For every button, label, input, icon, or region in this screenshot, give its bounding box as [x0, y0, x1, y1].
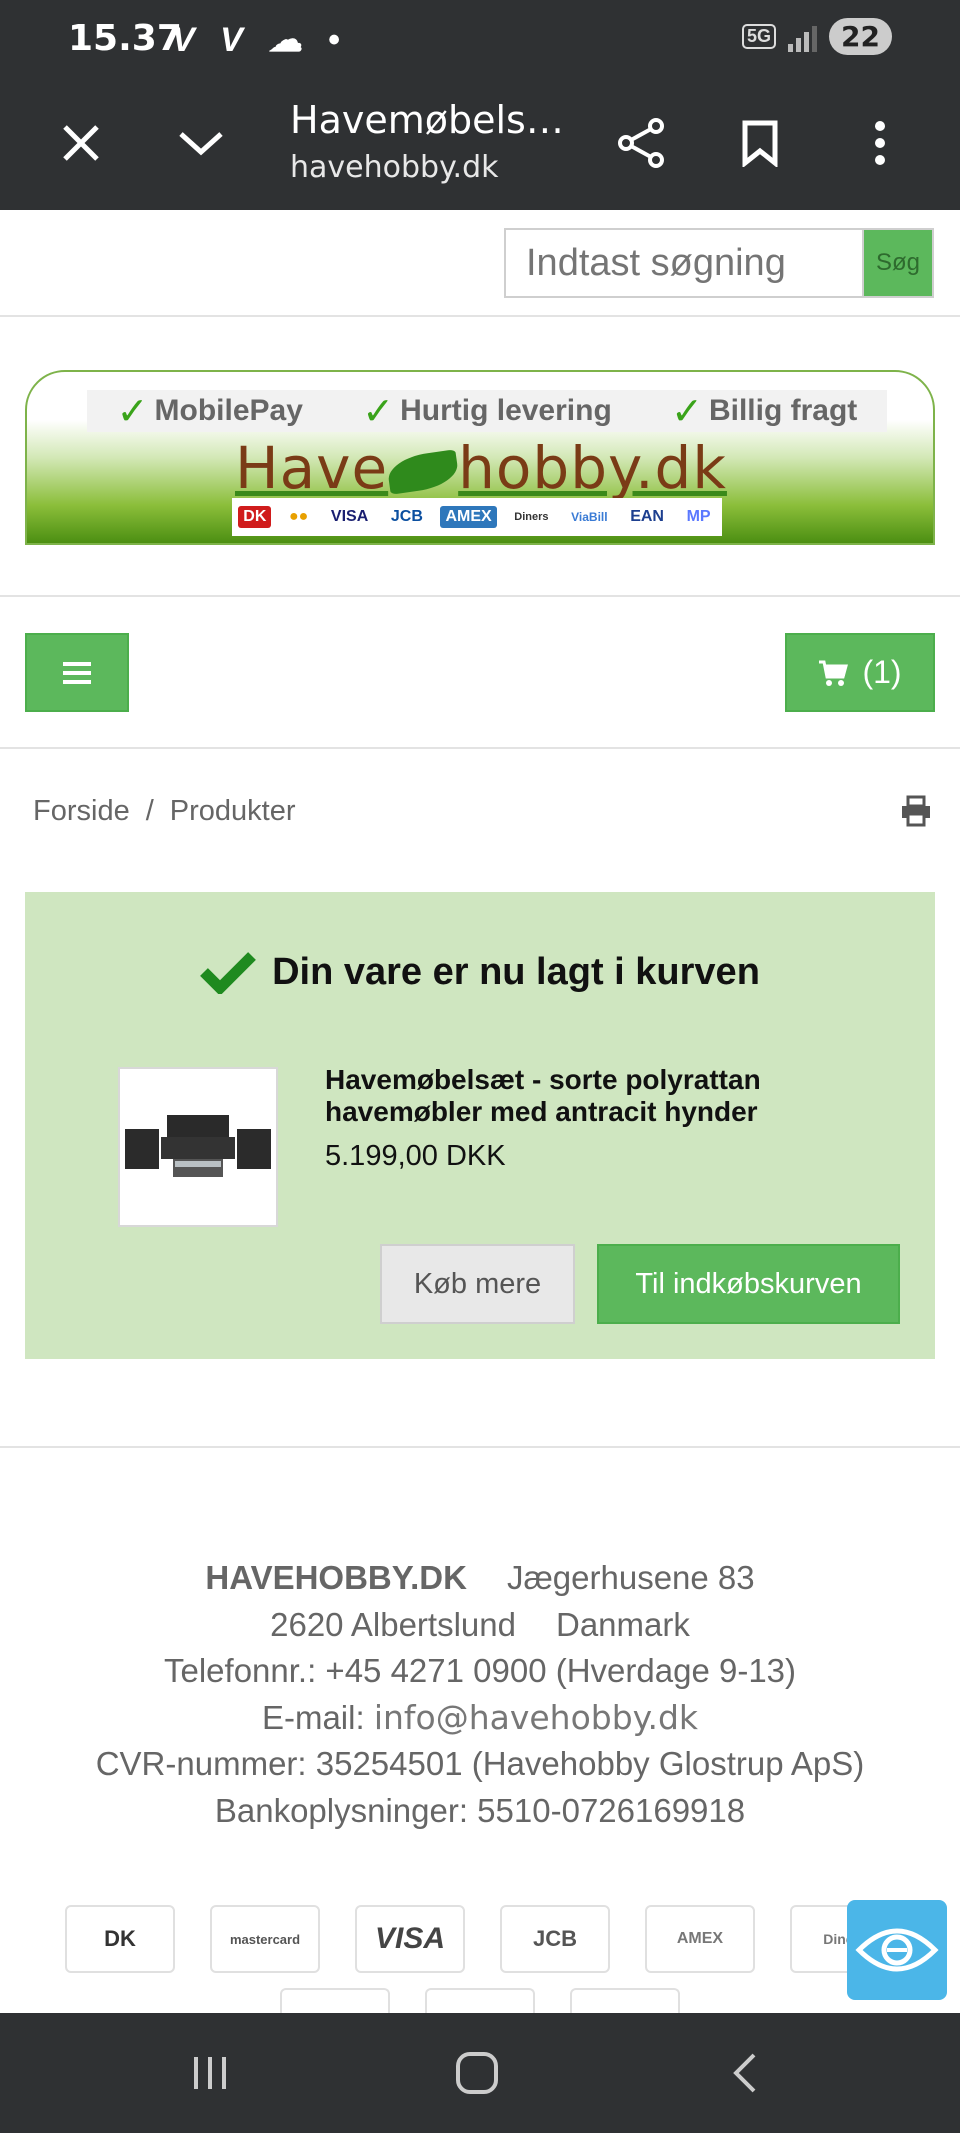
- back-icon[interactable]: [705, 2043, 785, 2103]
- footer-email-label: E-mail:: [261, 1698, 365, 1736]
- accessibility-eye-icon[interactable]: [847, 1900, 947, 2000]
- brand-logo-text: Have hobby.dk: [235, 434, 727, 502]
- viabill-icon: ViaBill: [571, 510, 608, 524]
- print-icon[interactable]: [900, 795, 932, 832]
- payment-cards-strip: DK ●● VISA JCB AMEX Diners ViaBill EAN M…: [232, 498, 722, 536]
- visa-icon: VISA: [355, 1905, 465, 1973]
- chevron-down-icon[interactable]: [166, 108, 236, 178]
- shopping-cart-icon: [819, 660, 849, 686]
- breadcrumb-separator: /: [145, 795, 154, 827]
- usp-item: ✓ Hurtig levering: [362, 389, 612, 433]
- checkmark-icon: [200, 952, 256, 994]
- dankort-icon: DK: [238, 506, 272, 528]
- battery-icon: 22: [829, 18, 892, 55]
- ean-icon: EAN: [630, 508, 664, 525]
- status-right: 5G 22: [742, 18, 892, 55]
- added-to-cart-panel: Din vare er nu lagt i kurven Havemøbelsæ…: [25, 892, 935, 1359]
- network-5g-icon: 5G: [742, 24, 777, 49]
- amex-icon: AMEX: [645, 1905, 755, 1973]
- status-time: 15.37: [68, 18, 182, 59]
- footer-line: 2620 Albertslund Danmark: [0, 1602, 960, 1649]
- jcb-icon: JCB: [390, 508, 423, 525]
- footer-city: 2620 Albertslund: [270, 1605, 516, 1643]
- added-message: Din vare er nu lagt i kurven: [25, 950, 935, 994]
- footer-company: HAVEHOBBY.DK: [205, 1559, 467, 1596]
- visa-icon: VISA: [330, 508, 369, 525]
- footer-payment-icons: DK mastercard VISA JCB AMEX Diners: [65, 1905, 900, 1973]
- footer-phone: Telefonnr.: +45 4271 0900 (Hverdage 9-13…: [163, 1652, 797, 1689]
- recents-icon[interactable]: [170, 2043, 250, 2103]
- menu-button[interactable]: [25, 633, 129, 712]
- breadcrumb: Forside / Produkter: [33, 795, 296, 828]
- garden-furniture-image: [125, 1115, 271, 1177]
- footer-bank: Bankoplysninger: 5510-0726169918: [214, 1791, 746, 1829]
- dankort-icon: DK: [65, 1905, 175, 1973]
- cart-button[interactable]: (1): [785, 633, 935, 712]
- diners-icon: Diners: [514, 511, 549, 523]
- jcb-icon: JCB: [500, 1905, 610, 1973]
- page-url[interactable]: havehobby.dk: [290, 150, 499, 185]
- footer-cvr: CVR-nummer: 35254501 (Havehobby Glostrup…: [95, 1745, 865, 1782]
- product-thumbnail[interactable]: [118, 1067, 278, 1227]
- breadcrumb-current[interactable]: Produkter: [170, 795, 296, 828]
- home-icon[interactable]: [437, 2043, 517, 2103]
- system-nav-bar: [0, 2013, 960, 2133]
- footer-country: Danmark: [555, 1605, 690, 1643]
- notification-icons: V V ☁ •: [172, 21, 348, 59]
- hamburger-icon: [63, 657, 91, 689]
- go-to-cart-button[interactable]: Til indkøbskurven: [597, 1244, 900, 1324]
- search-button[interactable]: Søg: [862, 228, 934, 298]
- cart-count: (1): [862, 654, 902, 690]
- usp-item: ✓ MobilePay: [116, 389, 303, 433]
- search-row: Søg: [0, 210, 960, 317]
- site-logo-banner[interactable]: ✓ MobilePay ✓ Hurtig levering ✓ Billig frag…: [25, 370, 935, 545]
- footer-street: Jægerhusene 83: [506, 1559, 755, 1596]
- check-icon: ✓: [671, 389, 703, 433]
- usp-strip: ✓ MobilePay ✓ Hurtig levering ✓ Billig frag…: [87, 389, 887, 433]
- more-vert-icon[interactable]: [845, 108, 915, 178]
- buy-more-button[interactable]: Køb mere: [380, 1244, 575, 1324]
- close-icon[interactable]: [46, 108, 116, 178]
- share-icon[interactable]: [606, 108, 676, 178]
- check-icon: ✓: [116, 389, 149, 433]
- breadcrumb-home[interactable]: Forside: [33, 795, 130, 828]
- product-price: 5.199,00 DKK: [325, 1140, 506, 1172]
- search-input[interactable]: [504, 228, 862, 298]
- mastercard-icon: ●●: [289, 508, 309, 525]
- footer-line: E-mail: info@havehobby.dk: [0, 1695, 960, 1742]
- footer-email[interactable]: info@havehobby.dk: [374, 1698, 698, 1737]
- bookmark-icon[interactable]: [725, 108, 795, 178]
- check-icon: ✓: [362, 389, 395, 433]
- divider: [0, 595, 960, 597]
- amex-icon: AMEX: [440, 506, 497, 528]
- footer-contact: HAVEHOBBY.DK Jægerhusene 83 2620 Albertsl…: [0, 1555, 960, 1834]
- status-bar: 15.37 V V ☁ • 5G 22: [0, 0, 960, 80]
- footer-line: HAVEHOBBY.DK Jægerhusene 83: [0, 1555, 960, 1602]
- browser-toolbar: Havemøbels… havehobby.dk: [0, 80, 960, 210]
- product-name[interactable]: Havemøbelsæt - sorte polyrattan havemøbl…: [325, 1064, 845, 1128]
- page-title[interactable]: Havemøbels…: [290, 98, 564, 142]
- mobilepay-icon: MP: [686, 508, 711, 525]
- usp-item: ✓ Billig fragt: [671, 389, 858, 433]
- signal-icon: [788, 22, 818, 52]
- mastercard-icon: mastercard: [210, 1905, 320, 1973]
- leaf-icon: [386, 449, 461, 495]
- divider: [0, 1446, 960, 1448]
- divider: [0, 747, 960, 749]
